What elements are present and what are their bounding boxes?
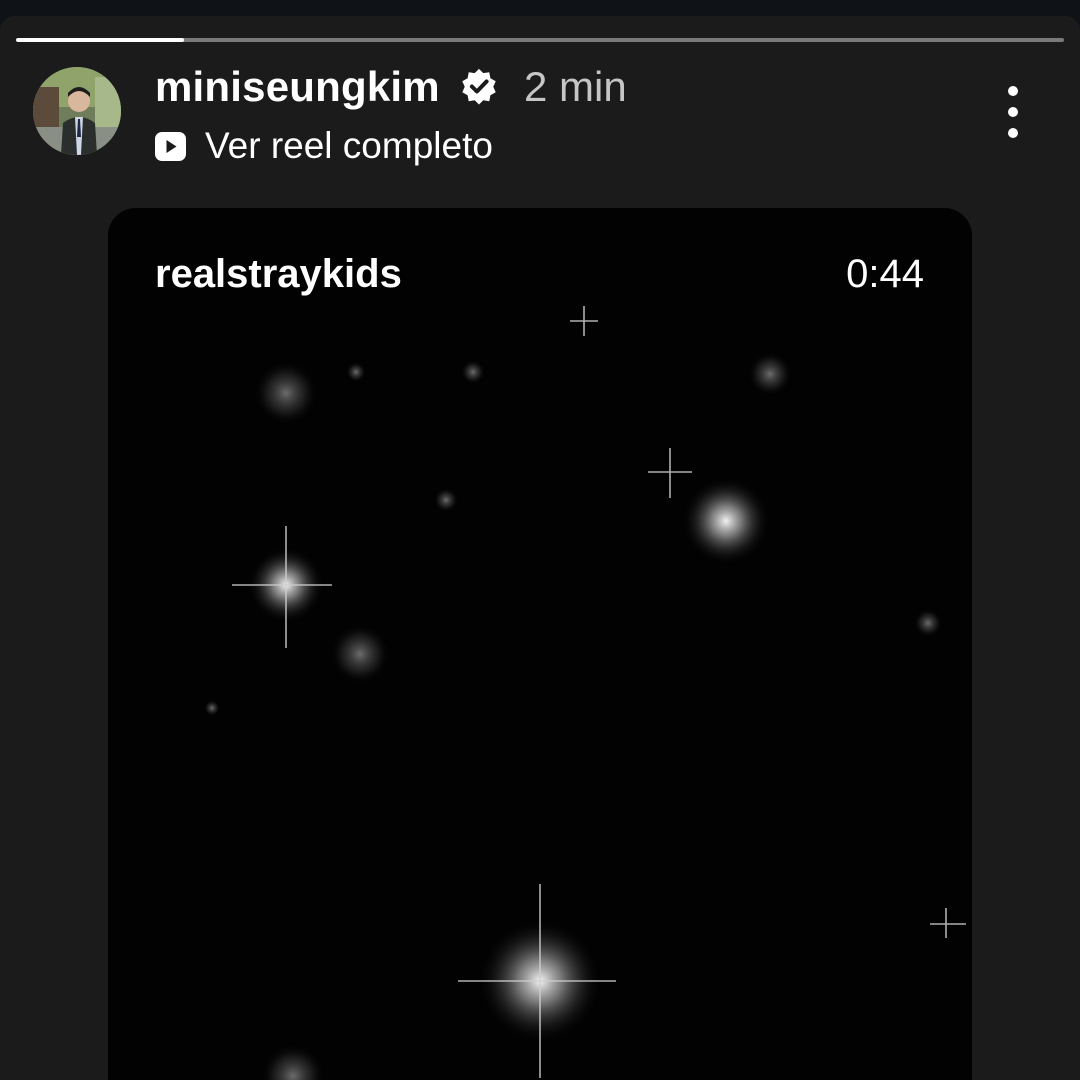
avatar[interactable] — [33, 67, 121, 155]
more-options-icon[interactable] — [996, 82, 1032, 142]
story-time: 2 min — [524, 63, 627, 110]
view-full-reel-label: Ver reel completo — [205, 125, 493, 166]
view-full-reel-link[interactable]: Ver reel completo — [155, 124, 493, 168]
reel-preview-card[interactable]: realstraykids 0:44 — [108, 208, 972, 1080]
story-username[interactable]: miniseungkim — [155, 63, 440, 111]
verified-badge-icon — [460, 67, 498, 105]
reel-duration: 0:44 — [846, 252, 924, 296]
story-viewer: miniseungkim 2 min Ver reel completo rea… — [0, 16, 1080, 1080]
story-progress-fill — [16, 38, 184, 42]
sparkles-background — [108, 208, 972, 1080]
play-square-icon — [155, 131, 186, 161]
reel-username: realstraykids — [155, 252, 402, 296]
story-progress-bar — [16, 38, 1064, 42]
